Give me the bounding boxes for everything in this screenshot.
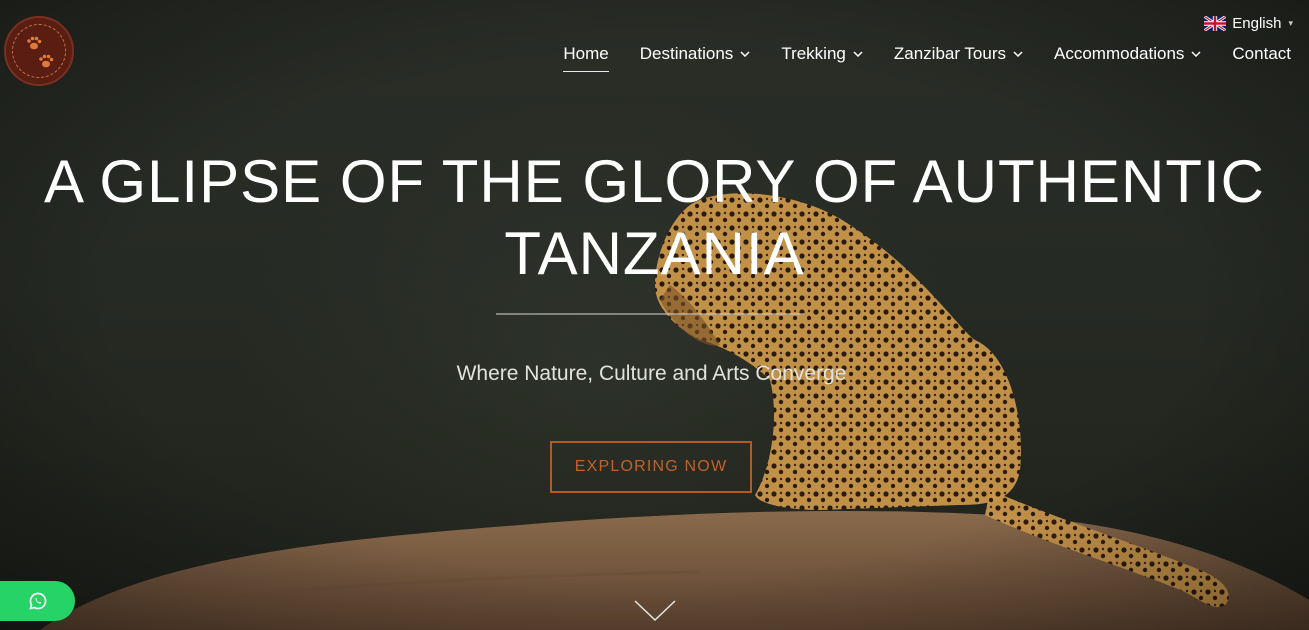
nav-item-label: Contact xyxy=(1232,44,1291,63)
whatsapp-icon xyxy=(28,592,46,610)
nav-item-label: Trekking xyxy=(781,44,846,63)
site-logo[interactable] xyxy=(4,16,74,86)
nav-item-home[interactable]: Home xyxy=(563,44,610,72)
hero-headline-line2: TANZANIA xyxy=(504,220,805,287)
paw-icon xyxy=(39,54,54,68)
caret-down-icon: ▾ xyxy=(1288,18,1293,28)
paw-icon xyxy=(27,36,42,50)
main-navigation: Home Destinations Trekking Zanzibar Tour… xyxy=(563,44,1291,72)
language-label: English xyxy=(1232,15,1282,32)
nav-item-destinations[interactable]: Destinations xyxy=(640,44,751,72)
nav-item-trekking[interactable]: Trekking xyxy=(781,44,863,72)
logo-ring xyxy=(12,24,66,78)
nav-item-label: Destinations xyxy=(639,44,734,63)
chevron-down-icon xyxy=(1013,51,1023,57)
chevron-down-icon xyxy=(853,51,863,57)
uk-flag-icon xyxy=(1204,16,1227,31)
nav-item-label: Accommodations xyxy=(1054,44,1185,63)
hero-section xyxy=(0,0,1309,630)
chevron-down-icon[interactable] xyxy=(634,600,676,622)
nav-item-contact[interactable]: Contact xyxy=(1232,44,1291,72)
hero-headline-line1: A GLIPSE OF THE GLORY OF AUTHENTIC xyxy=(44,148,1265,215)
chevron-down-icon xyxy=(740,51,750,57)
hero-headline: A GLIPSE OF THE GLORY OF AUTHENTIC TANZA… xyxy=(0,146,1309,290)
nav-item-label: Home xyxy=(563,44,609,63)
whatsapp-button[interactable] xyxy=(0,581,75,621)
nav-item-label: Zanzibar Tours xyxy=(893,44,1007,63)
hero-background-leopard-on-rock xyxy=(0,0,1309,630)
hero-tagline: Where Nature, Culture and Arts Converge xyxy=(456,362,847,385)
nav-item-zanzibar-tours[interactable]: Zanzibar Tours xyxy=(894,44,1023,72)
language-switcher[interactable]: English ▾ xyxy=(1204,15,1293,32)
nav-item-accommodations[interactable]: Accommodations xyxy=(1054,44,1201,72)
exploring-now-button[interactable]: EXPLORING NOW xyxy=(550,441,752,493)
chevron-down-icon xyxy=(1191,51,1201,57)
hero-divider xyxy=(496,313,804,315)
